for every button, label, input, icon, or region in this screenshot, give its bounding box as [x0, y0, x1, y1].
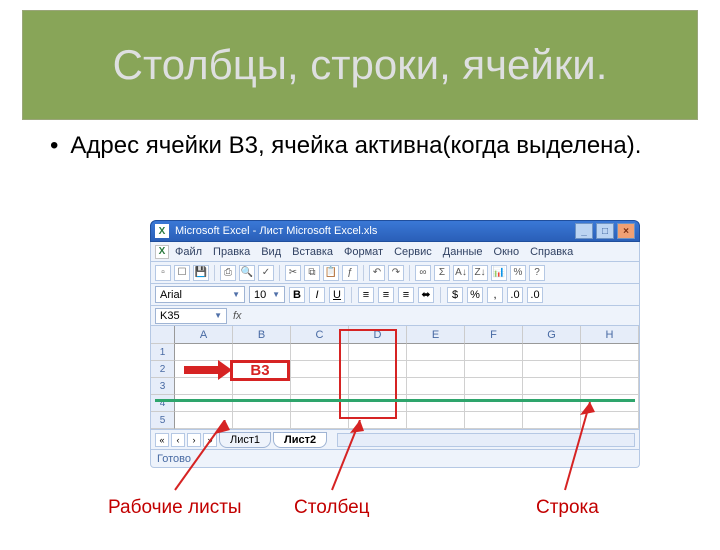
window-titlebar: X Microsoft Excel - Лист Microsoft Excel…	[150, 220, 640, 242]
bullet-content: Адрес ячейки В3, ячейка активна(когда вы…	[70, 132, 641, 160]
menu-bar: X Файл Правка Вид Вставка Формат Сервис …	[150, 242, 640, 262]
menu-help[interactable]: Справка	[530, 246, 573, 258]
standard-toolbar: ▫ ☐ 💾 ⎙ 🔍 ✓ ✂ ⧉ 📋 ƒ ↶ ↷ ∞ Σ A↓ Z↓ 📊 % ?	[150, 262, 640, 284]
underline-button[interactable]: U	[329, 287, 345, 303]
name-box-value: K35	[160, 310, 180, 322]
bullet-text: • Адрес ячейки В3, ячейка активна(когда …	[50, 132, 680, 160]
sum-icon[interactable]: Σ	[434, 265, 450, 281]
dec-decimal-icon[interactable]: .0	[527, 287, 543, 303]
menu-tools[interactable]: Сервис	[394, 246, 432, 258]
arrow-to-active-cell	[184, 360, 232, 380]
bullet-dot: •	[50, 132, 58, 160]
font-name-value: Arial	[160, 289, 182, 301]
format-painter-icon[interactable]: ƒ	[342, 265, 358, 281]
row-header[interactable]: 3	[151, 378, 175, 395]
menu-view[interactable]: Вид	[261, 246, 281, 258]
menu-data[interactable]: Данные	[443, 246, 483, 258]
merge-icon[interactable]: ⬌	[418, 287, 434, 303]
menu-file[interactable]: Файл	[175, 246, 202, 258]
col-header[interactable]: D	[349, 326, 407, 344]
excel-icon: X	[155, 224, 169, 238]
align-right-icon[interactable]: ≡	[398, 287, 414, 303]
spell-icon[interactable]: ✓	[258, 265, 274, 281]
col-header[interactable]: C	[291, 326, 349, 344]
percent-icon[interactable]: %	[467, 287, 483, 303]
sort-desc-icon[interactable]: Z↓	[472, 265, 488, 281]
arrow-to-row	[555, 402, 605, 497]
arrow-to-column	[320, 420, 380, 500]
formula-bar: K35 ▼ fx	[150, 306, 640, 326]
fx-label[interactable]: fx	[233, 310, 242, 322]
label-worksheets: Рабочие листы	[108, 497, 242, 519]
row-header[interactable]: 1	[151, 344, 175, 361]
inc-decimal-icon[interactable]: .0	[507, 287, 523, 303]
comma-icon[interactable]: ,	[487, 287, 503, 303]
font-name-combo[interactable]: Arial ▼	[155, 286, 245, 303]
currency-icon[interactable]: $	[447, 287, 463, 303]
align-left-icon[interactable]: ≡	[358, 287, 374, 303]
row-header[interactable]: 4	[151, 395, 175, 412]
copy-icon[interactable]: ⧉	[304, 265, 320, 281]
save-icon[interactable]: 💾	[193, 265, 209, 281]
chevron-down-icon: ▼	[232, 290, 240, 299]
sort-asc-icon[interactable]: A↓	[453, 265, 469, 281]
menu-insert[interactable]: Вставка	[292, 246, 333, 258]
slide-title: Столбцы, строки, ячейки.	[22, 10, 698, 120]
preview-icon[interactable]: 🔍	[239, 265, 255, 281]
chart-icon[interactable]: 📊	[491, 265, 507, 281]
col-header[interactable]: G	[523, 326, 581, 344]
col-header[interactable]: A	[175, 326, 233, 344]
menu-format[interactable]: Формат	[344, 246, 383, 258]
italic-button[interactable]: I	[309, 287, 325, 303]
zoom-icon[interactable]: %	[510, 265, 526, 281]
active-cell-box: B3	[230, 360, 290, 381]
arrow-to-sheets	[160, 420, 240, 500]
new-icon[interactable]: ▫	[155, 265, 171, 281]
menu-window[interactable]: Окно	[494, 246, 520, 258]
label-column: Столбец	[294, 497, 370, 519]
cut-icon[interactable]: ✂	[285, 265, 301, 281]
bold-button[interactable]: B	[289, 287, 305, 303]
workbook-icon: X	[155, 245, 169, 259]
window-title: Microsoft Excel - Лист Microsoft Excel.x…	[175, 225, 377, 237]
window-close-button[interactable]: ×	[617, 223, 635, 239]
menu-edit[interactable]: Правка	[213, 246, 250, 258]
font-size-value: 10	[254, 289, 266, 301]
col-header[interactable]: F	[465, 326, 523, 344]
chevron-down-icon: ▼	[214, 311, 222, 320]
col-header[interactable]: B	[233, 326, 291, 344]
window-maximize-button[interactable]: □	[596, 223, 614, 239]
row-header[interactable]: 2	[151, 361, 175, 378]
open-icon[interactable]: ☐	[174, 265, 190, 281]
link-icon[interactable]: ∞	[415, 265, 431, 281]
name-box[interactable]: K35 ▼	[155, 308, 227, 324]
paste-icon[interactable]: 📋	[323, 265, 339, 281]
col-header[interactable]: H	[581, 326, 639, 344]
excel-window: X Microsoft Excel - Лист Microsoft Excel…	[150, 220, 640, 425]
font-size-combo[interactable]: 10 ▼	[249, 286, 285, 303]
label-row: Строка	[536, 497, 599, 519]
col-header[interactable]: E	[407, 326, 465, 344]
print-icon[interactable]: ⎙	[220, 265, 236, 281]
help-icon[interactable]: ?	[529, 265, 545, 281]
redo-icon[interactable]: ↷	[388, 265, 404, 281]
undo-icon[interactable]: ↶	[369, 265, 385, 281]
formatting-toolbar: Arial ▼ 10 ▼ B I U ≡ ≡ ≡ ⬌ $ % , .0 .0	[150, 284, 640, 306]
align-center-icon[interactable]: ≡	[378, 287, 394, 303]
chevron-down-icon: ▼	[272, 290, 280, 299]
window-minimize-button[interactable]: _	[575, 223, 593, 239]
select-all-corner[interactable]	[151, 326, 175, 344]
